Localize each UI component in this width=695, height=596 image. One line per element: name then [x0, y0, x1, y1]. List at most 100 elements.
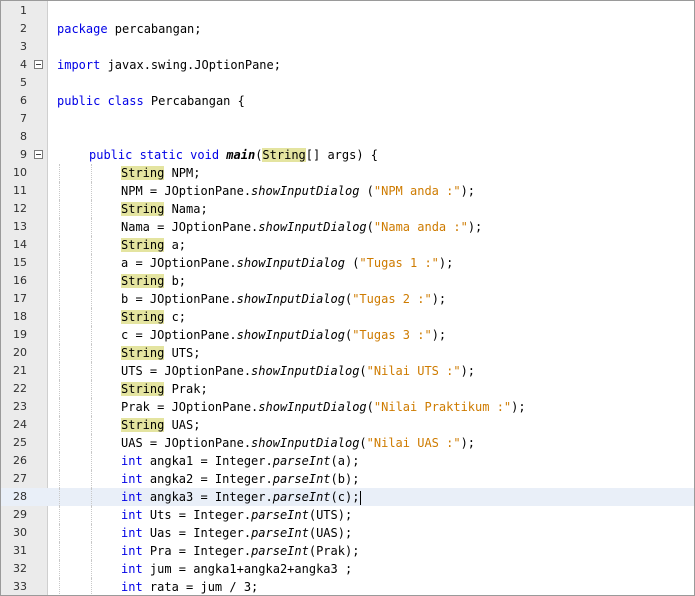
code-line[interactable]: 21 UTS = JOptionPane.showInputDialog("Nil…	[1, 362, 694, 380]
code-token: a = JOptionPane.	[121, 256, 237, 270]
indent-guide	[59, 398, 60, 416]
code-line[interactable]: 24 String UAS;	[1, 416, 694, 434]
code-text[interactable]: Prak = JOptionPane.showInputDialog("Nila…	[121, 398, 526, 416]
code-token: int	[121, 562, 143, 576]
code-line[interactable]: 7	[1, 110, 694, 128]
code-line[interactable]: 29 int Uts = Integer.parseInt(UTS);	[1, 506, 694, 524]
indent-guide	[91, 524, 92, 542]
code-text[interactable]: public static void main(String[] args) {	[89, 146, 378, 164]
code-line[interactable]: 26 int angka1 = Integer.parseInt(a);	[1, 452, 694, 470]
code-token: "Nama anda :"	[373, 220, 468, 234]
code-token: "Tugas 3 :"	[352, 328, 432, 342]
code-text[interactable]: String c;	[121, 308, 186, 326]
code-token: (c);	[330, 490, 360, 504]
code-text[interactable]: UAS = JOptionPane.showInputDialog("Nilai…	[121, 434, 475, 452]
code-line[interactable]: 20 String UTS;	[1, 344, 694, 362]
code-line[interactable]: 33 int rata = jum / 3;	[1, 578, 694, 595]
code-token: showInputDialog	[236, 292, 345, 306]
code-token: );	[431, 328, 447, 342]
code-text[interactable]: NPM = JOptionPane.showInputDialog ("NPM …	[121, 182, 475, 200]
code-line[interactable]: 18 String c;	[1, 308, 694, 326]
code-line[interactable]: 22 String Prak;	[1, 380, 694, 398]
indent-guide	[91, 362, 92, 380]
line-number: 29	[13, 508, 27, 521]
code-text[interactable]: Nama = JOptionPane.showInputDialog("Nama…	[121, 218, 482, 236]
code-text[interactable]: int angka1 = Integer.parseInt(a);	[121, 452, 359, 470]
code-text[interactable]: int angka3 = Integer.parseInt(c);	[121, 488, 362, 506]
code-text[interactable]: String NPM;	[121, 164, 200, 182]
code-line[interactable]: 3	[1, 38, 694, 56]
code-line[interactable]: 25 UAS = JOptionPane.showInputDialog("Nil…	[1, 434, 694, 452]
fold-toggle-icon[interactable]	[34, 150, 43, 159]
indent-guide	[91, 326, 92, 344]
code-token: public class	[57, 94, 144, 108]
code-line[interactable]: 19 c = JOptionPane.showInputDialog("Tugas…	[1, 326, 694, 344]
code-token: Percabangan {	[143, 94, 245, 108]
code-token: jum = angka1+angka2+angka3 ;	[142, 562, 353, 576]
code-line[interactable]: 32 int jum = angka1+angka2+angka3 ;	[1, 560, 694, 578]
code-text[interactable]: String Prak;	[121, 380, 208, 398]
code-text[interactable]: package percabangan;	[57, 20, 202, 38]
code-token: String	[121, 346, 165, 360]
code-line[interactable]: 15 a = JOptionPane.showInputDialog ("Tuga…	[1, 254, 694, 272]
code-token: );	[511, 400, 526, 414]
code-token: int	[121, 472, 143, 486]
code-token: String	[121, 382, 165, 396]
code-token: );	[431, 292, 447, 306]
code-line[interactable]: 13 Nama = JOptionPane.showInputDialog("Na…	[1, 218, 694, 236]
code-text[interactable]: a = JOptionPane.showInputDialog ("Tugas …	[121, 254, 453, 272]
code-text[interactable]: int angka2 = Integer.parseInt(b);	[121, 470, 359, 488]
code-line[interactable]: 8	[1, 128, 694, 146]
code-line[interactable]: 31 int Pra = Integer.parseInt(Prak);	[1, 542, 694, 560]
code-line[interactable]: 30 int Uas = Integer.parseInt(UAS);	[1, 524, 694, 542]
code-lines[interactable]: 1 2 package percabangan; 3 4 import javax.swi…	[1, 2, 694, 595]
code-token: int	[121, 508, 143, 522]
code-text[interactable]: String b;	[121, 272, 186, 290]
code-token: "NPM anda :"	[373, 184, 461, 198]
code-token: "Nilai UAS :"	[366, 436, 461, 450]
code-text[interactable]: int jum = angka1+angka2+angka3 ;	[121, 560, 352, 578]
code-token: main	[226, 148, 256, 162]
code-line[interactable]: 11 NPM = JOptionPane.showInputDialog ("NP…	[1, 182, 694, 200]
code-token: Uts = Integer.	[142, 508, 252, 522]
code-line[interactable]: 2 package percabangan;	[1, 20, 694, 38]
code-line[interactable]: 28 int angka3 = Integer.parseInt(c);	[1, 488, 694, 506]
code-text[interactable]: public class Percabangan {	[57, 92, 245, 110]
code-text[interactable]: String UAS;	[121, 416, 200, 434]
code-text[interactable]: String a;	[121, 236, 186, 254]
code-token: NPM;	[164, 166, 201, 180]
indent-guide	[91, 218, 92, 236]
code-text[interactable]: int rata = jum / 3;	[121, 578, 258, 595]
code-line[interactable]: 23 Prak = JOptionPane.showInputDialog("Ni…	[1, 398, 694, 416]
indent-guide	[91, 434, 92, 452]
code-line[interactable]: 27 int angka2 = Integer.parseInt(b);	[1, 470, 694, 488]
code-line[interactable]: 9 public static void main(String[] args) …	[1, 146, 694, 164]
code-line[interactable]: 12 String Nama;	[1, 200, 694, 218]
code-text[interactable]: String Nama;	[121, 200, 208, 218]
code-line[interactable]: 14 String a;	[1, 236, 694, 254]
code-text[interactable]: c = JOptionPane.showInputDialog("Tugas 3…	[121, 326, 446, 344]
code-text[interactable]: int Uas = Integer.parseInt(UAS);	[121, 524, 352, 542]
code-token: String	[262, 148, 306, 162]
code-line[interactable]: 16 String b;	[1, 272, 694, 290]
indent-guide	[91, 470, 92, 488]
code-line[interactable]: 17 b = JOptionPane.showInputDialog("Tugas…	[1, 290, 694, 308]
code-editor[interactable]: 1 2 package percabangan; 3 4 import javax.swi…	[0, 0, 695, 596]
code-token: angka3 = Integer.	[142, 490, 273, 504]
line-number: 32	[13, 562, 27, 575]
fold-toggle-icon[interactable]	[34, 60, 43, 69]
code-text[interactable]: b = JOptionPane.showInputDialog("Tugas 2…	[121, 290, 446, 308]
indent-guide	[59, 488, 60, 506]
code-line[interactable]: 5	[1, 74, 694, 92]
code-text[interactable]: int Pra = Integer.parseInt(Prak);	[121, 542, 359, 560]
code-text[interactable]: import javax.swing.JOptionPane;	[57, 56, 281, 74]
code-line[interactable]: 10 String NPM;	[1, 164, 694, 182]
code-text[interactable]: String UTS;	[121, 344, 200, 362]
code-token: int	[121, 526, 143, 540]
code-line[interactable]: 6 public class Percabangan {	[1, 92, 694, 110]
code-text[interactable]: int Uts = Integer.parseInt(UTS);	[121, 506, 352, 524]
code-text[interactable]: UTS = JOptionPane.showInputDialog("Nilai…	[121, 362, 475, 380]
code-line[interactable]: 4 import javax.swing.JOptionPane;	[1, 56, 694, 74]
code-token: showInputDialog	[258, 220, 367, 234]
code-line[interactable]: 1	[1, 2, 694, 20]
